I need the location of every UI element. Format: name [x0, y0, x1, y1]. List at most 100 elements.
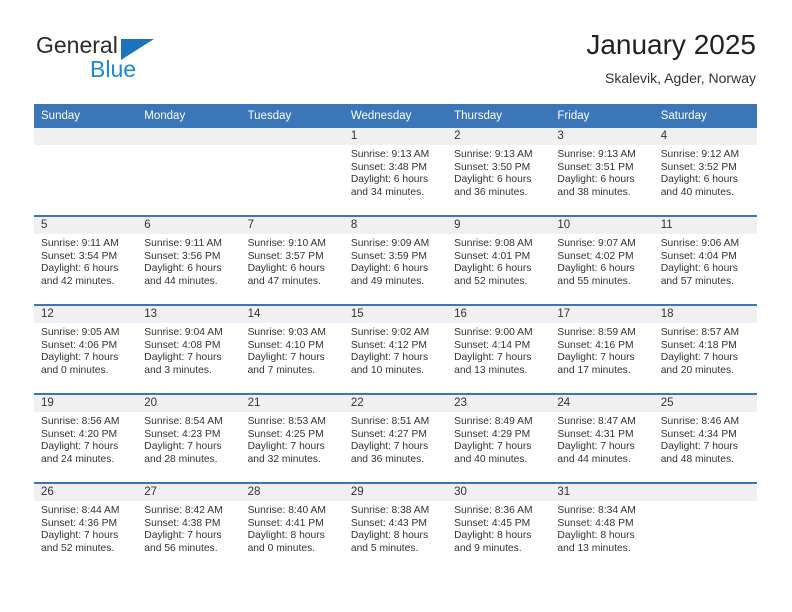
calendar-day-cell[interactable]: 9 Sunrise: 9:08 AM Sunset: 4:01 PM Daylight…	[447, 215, 551, 305]
day-number: 5	[34, 217, 138, 234]
calendar-day-cell[interactable]: 16 Sunrise: 9:00 AM Sunset: 4:14 PM Dayligh…	[447, 304, 551, 394]
day-number	[34, 128, 138, 145]
sunrise-text: Sunrise: 9:09 AM	[350, 238, 430, 249]
calendar-day-cell[interactable]: 23 Sunrise: 8:49 AM Sunset: 4:29 PM Dayligh…	[447, 393, 551, 483]
calendar-day-cell[interactable]: 20 Sunrise: 8:54 AM Sunset: 4:23 PM Dayligh…	[137, 393, 241, 483]
daylight-text-line1: Daylight: 6 hours	[557, 263, 635, 275]
day-number: 29	[343, 484, 448, 501]
calendar-day-cell[interactable]: 5 Sunrise: 9:11 AM Sunset: 3:54 PM Daylight…	[34, 215, 138, 305]
calendar-day-cell[interactable]: 29 Sunrise: 8:38 AM Sunset: 4:43 PM Dayligh…	[343, 482, 448, 571]
day-cell-content: 25 Sunrise: 8:46 AM Sunset: 4:34 PM Dayligh…	[653, 395, 757, 482]
general-blue-logo: General Blue	[36, 32, 216, 87]
day-number: 3	[550, 128, 654, 145]
day-number: 11	[653, 217, 757, 234]
day-details: Sunrise: 9:04 AM Sunset: 4:08 PM Daylight:…	[137, 323, 240, 377]
calendar-day-cell[interactable]: 19 Sunrise: 8:56 AM Sunset: 4:20 PM Dayligh…	[34, 393, 138, 483]
calendar-day-cell[interactable]: 3 Sunrise: 9:13 AM Sunset: 3:51 PM Daylight…	[550, 128, 654, 216]
sunset-text: Sunset: 4:12 PM	[350, 339, 427, 351]
daylight-text-line1: Daylight: 8 hours	[247, 530, 325, 542]
daylight-text-line1: Daylight: 7 hours	[144, 352, 222, 364]
sunset-text: Sunset: 4:02 PM	[557, 250, 634, 262]
day-number: 25	[653, 395, 757, 412]
calendar-day-cell[interactable]: 1 Sunrise: 9:13 AM Sunset: 3:48 PM Daylight…	[343, 128, 448, 216]
sunrise-text: Sunrise: 9:08 AM	[454, 238, 533, 249]
daylight-text-line1: Daylight: 7 hours	[41, 530, 119, 542]
daylight-text-line1: Daylight: 6 hours	[557, 174, 635, 186]
daylight-text-line2: and 42 minutes.	[41, 275, 115, 287]
calendar-day-cell[interactable]: 24 Sunrise: 8:47 AM Sunset: 4:31 PM Dayligh…	[550, 393, 654, 483]
daylight-text-line2: and 47 minutes.	[247, 275, 321, 287]
day-number: 4	[653, 128, 757, 145]
daylight-text-line1: Daylight: 7 hours	[350, 352, 429, 364]
day-cell-content: 28 Sunrise: 8:40 AM Sunset: 4:41 PM Dayligh…	[240, 484, 344, 571]
daylight-text-line2: and 13 minutes.	[557, 542, 631, 554]
calendar-day-cell[interactable]: 6 Sunrise: 9:11 AM Sunset: 3:56 PM Daylight…	[137, 215, 241, 305]
calendar-day-cell[interactable]: 12 Sunrise: 9:05 AM Sunset: 4:06 PM Dayligh…	[34, 304, 138, 394]
calendar-day-cell[interactable]: 15 Sunrise: 9:02 AM Sunset: 4:12 PM Dayligh…	[343, 304, 448, 394]
calendar-day-cell[interactable]: 2 Sunrise: 9:13 AM Sunset: 3:50 PM Daylight…	[447, 128, 551, 216]
calendar-day-cell[interactable]: 25 Sunrise: 8:46 AM Sunset: 4:34 PM Dayligh…	[653, 393, 757, 483]
daylight-text-line2: and 38 minutes.	[557, 186, 631, 198]
day-cell-content: 18 Sunrise: 8:57 AM Sunset: 4:18 PM Dayligh…	[653, 306, 757, 393]
sunset-text: Sunset: 4:01 PM	[454, 250, 531, 262]
sunrise-text: Sunrise: 8:46 AM	[660, 416, 740, 427]
sunrise-text: Sunrise: 9:13 AM	[557, 149, 636, 160]
day-cell-content	[34, 128, 138, 215]
day-number: 9	[447, 217, 551, 234]
day-cell-content: 4 Sunrise: 9:12 AM Sunset: 3:52 PM Daylight…	[653, 128, 757, 215]
daylight-text-line2: and 10 minutes.	[350, 364, 425, 376]
daylight-text-line1: Daylight: 7 hours	[41, 441, 119, 453]
calendar-day-cell[interactable]: 4 Sunrise: 9:12 AM Sunset: 3:52 PM Daylight…	[653, 128, 757, 216]
calendar-week-row: 26 Sunrise: 8:44 AM Sunset: 4:36 PM Dayligh…	[34, 482, 757, 571]
sunrise-text: Sunrise: 9:11 AM	[144, 238, 222, 249]
sunset-text: Sunset: 4:16 PM	[557, 339, 634, 351]
daylight-text-line2: and 56 minutes.	[144, 542, 218, 554]
day-number: 28	[240, 484, 344, 501]
calendar-day-cell[interactable]: 28 Sunrise: 8:40 AM Sunset: 4:41 PM Dayligh…	[240, 482, 344, 571]
calendar-day-cell[interactable]: 7 Sunrise: 9:10 AM Sunset: 3:57 PM Daylight…	[240, 215, 344, 305]
page-header: General Blue January 2025 Skalevik, Agde…	[0, 0, 792, 100]
calendar-day-cell[interactable]: 13 Sunrise: 9:04 AM Sunset: 4:08 PM Dayligh…	[137, 304, 241, 394]
sunrise-text: Sunrise: 9:02 AM	[350, 327, 430, 338]
sunset-text: Sunset: 3:57 PM	[247, 250, 324, 262]
daylight-text-line1: Daylight: 7 hours	[660, 352, 738, 364]
sunrise-text: Sunrise: 9:11 AM	[41, 238, 119, 249]
sunset-text: Sunset: 4:06 PM	[41, 339, 118, 351]
day-cell-content: 30 Sunrise: 8:36 AM Sunset: 4:45 PM Dayligh…	[447, 484, 551, 571]
day-cell-content: 5 Sunrise: 9:11 AM Sunset: 3:54 PM Daylight…	[34, 217, 138, 304]
calendar-day-cell[interactable]: 11 Sunrise: 9:06 AM Sunset: 4:04 PM Dayligh…	[653, 215, 757, 305]
daylight-text-line1: Daylight: 7 hours	[247, 352, 325, 364]
weekday-header-tuesday: Tuesday	[240, 104, 344, 128]
day-cell-content: 12 Sunrise: 9:05 AM Sunset: 4:06 PM Dayligh…	[34, 306, 138, 393]
day-cell-content	[137, 128, 241, 215]
sunset-text: Sunset: 4:25 PM	[247, 428, 324, 440]
weekday-header-wednesday: Wednesday	[343, 104, 448, 128]
day-number: 12	[34, 306, 138, 323]
calendar-day-cell[interactable]: 27 Sunrise: 8:42 AM Sunset: 4:38 PM Dayligh…	[137, 482, 241, 571]
day-details: Sunrise: 8:59 AM Sunset: 4:16 PM Daylight:…	[550, 323, 653, 377]
calendar-day-cell[interactable]: 8 Sunrise: 9:09 AM Sunset: 3:59 PM Daylight…	[343, 215, 448, 305]
daylight-text-line1: Daylight: 7 hours	[41, 352, 119, 364]
calendar-day-cell[interactable]: 31 Sunrise: 8:34 AM Sunset: 4:48 PM Dayligh…	[550, 482, 654, 571]
page-title: January 2025	[586, 29, 756, 60]
day-details: Sunrise: 9:13 AM Sunset: 3:50 PM Daylight:…	[447, 145, 550, 199]
calendar-day-cell[interactable]: 10 Sunrise: 9:07 AM Sunset: 4:02 PM Dayligh…	[550, 215, 654, 305]
calendar-day-cell[interactable]: 18 Sunrise: 8:57 AM Sunset: 4:18 PM Dayligh…	[653, 304, 757, 394]
daylight-text-line2: and 55 minutes.	[557, 275, 631, 287]
calendar-day-cell[interactable]: 17 Sunrise: 8:59 AM Sunset: 4:16 PM Dayligh…	[550, 304, 654, 394]
calendar-day-cell[interactable]: 22 Sunrise: 8:51 AM Sunset: 4:27 PM Dayligh…	[343, 393, 448, 483]
daylight-text-line1: Daylight: 6 hours	[350, 174, 429, 186]
sunrise-text: Sunrise: 9:13 AM	[454, 149, 533, 160]
calendar-day-cell[interactable]: 26 Sunrise: 8:44 AM Sunset: 4:36 PM Dayligh…	[34, 482, 138, 571]
sunrise-text: Sunrise: 9:05 AM	[41, 327, 120, 338]
day-cell-content: 19 Sunrise: 8:56 AM Sunset: 4:20 PM Dayligh…	[34, 395, 138, 482]
sunset-text: Sunset: 4:45 PM	[454, 517, 531, 529]
day-number: 24	[550, 395, 654, 412]
calendar-day-cell[interactable]: 30 Sunrise: 8:36 AM Sunset: 4:45 PM Dayligh…	[447, 482, 551, 571]
daylight-text-line2: and 52 minutes.	[41, 542, 115, 554]
sunrise-text: Sunrise: 9:00 AM	[454, 327, 533, 338]
calendar-day-cell[interactable]: 14 Sunrise: 9:03 AM Sunset: 4:10 PM Dayligh…	[240, 304, 344, 394]
day-cell-content: 14 Sunrise: 9:03 AM Sunset: 4:10 PM Dayligh…	[240, 306, 344, 393]
day-details: Sunrise: 9:00 AM Sunset: 4:14 PM Daylight:…	[447, 323, 550, 377]
calendar-day-cell[interactable]: 21 Sunrise: 8:53 AM Sunset: 4:25 PM Dayligh…	[240, 393, 344, 483]
